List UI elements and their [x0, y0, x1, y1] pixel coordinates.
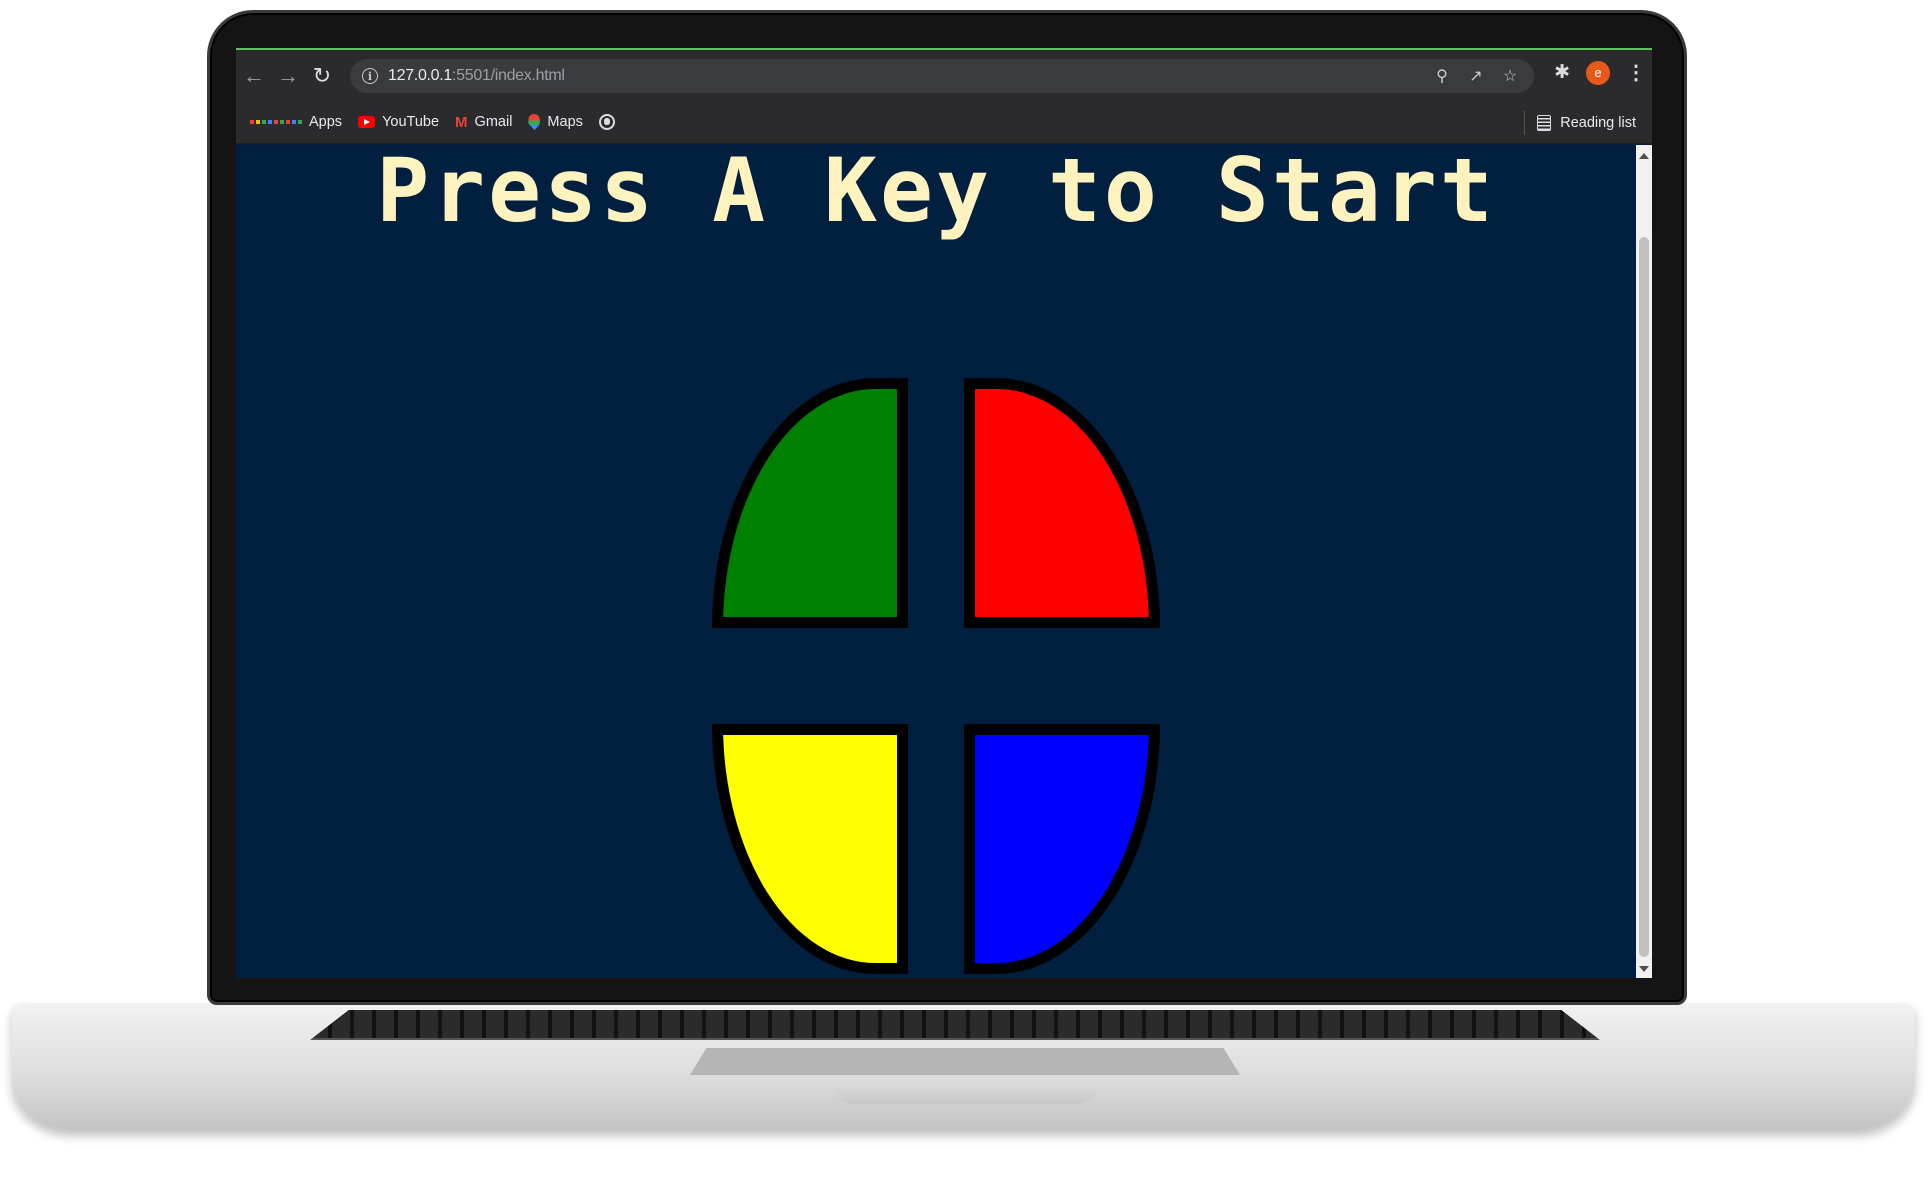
url-text[interactable]: 127.0.0.1:5501/index.html — [388, 67, 565, 85]
back-icon[interactable]: ← — [238, 60, 270, 92]
browser-toolbar: ← → ↻ i 127.0.0.1:5501/index.html ⚲ ↗ ☆ … — [236, 50, 1652, 101]
apps-grid-icon — [250, 120, 302, 124]
laptop-notch — [832, 1082, 1100, 1104]
address-bar[interactable]: i 127.0.0.1:5501/index.html ⚲ ↗ ☆ — [350, 59, 1534, 93]
bookmark-maps[interactable]: Maps — [528, 114, 583, 130]
browser-window: ← → ↻ i 127.0.0.1:5501/index.html ⚲ ↗ ☆ … — [236, 48, 1652, 978]
bookmark-label: YouTube — [382, 114, 440, 130]
blue-button[interactable] — [964, 724, 1160, 974]
globe-icon — [598, 114, 615, 130]
reload-icon[interactable]: ↻ — [306, 60, 338, 92]
bookmark-label: Apps — [309, 114, 343, 130]
bookmarks-bar: Apps YouTube M Gmail Maps Reading list — [236, 101, 1652, 144]
url-host: 127.0.0.1 — [388, 67, 453, 84]
star-icon[interactable]: ☆ — [1500, 66, 1520, 86]
zoom-icon[interactable]: ⚲ — [1432, 66, 1452, 86]
bookmark-youtube[interactable]: YouTube — [358, 114, 439, 130]
menu-kebab-icon[interactable]: ⋮ — [1626, 60, 1646, 85]
green-button[interactable] — [712, 378, 908, 628]
level-title: Press A Key to Start — [376, 139, 1496, 242]
reading-list-label: Reading list — [1560, 115, 1636, 131]
game-page: Press A Key to Start — [236, 139, 1636, 978]
scroll-up-arrow-icon[interactable] — [1639, 153, 1649, 159]
bookmark-label: Gmail — [474, 114, 513, 130]
yellow-button[interactable] — [712, 724, 908, 974]
bookmark-gmail[interactable]: M Gmail — [455, 114, 512, 131]
gmail-icon: M — [455, 113, 468, 131]
scroll-thumb[interactable] — [1639, 237, 1649, 957]
url-path: :5501/index.html — [452, 67, 565, 84]
vertical-scrollbar[interactable] — [1636, 145, 1652, 978]
red-button[interactable] — [964, 378, 1160, 628]
forward-icon[interactable]: → — [272, 60, 304, 92]
bookmark-apps[interactable]: Apps — [250, 114, 342, 130]
youtube-icon — [358, 116, 376, 128]
maps-icon — [528, 114, 541, 130]
extensions-icon[interactable]: ✱ — [1554, 61, 1570, 84]
reading-list-icon — [1537, 115, 1552, 131]
profile-avatar[interactable]: e — [1586, 60, 1610, 85]
laptop-keyboard — [310, 1010, 1600, 1040]
bookmark-globe[interactable] — [598, 114, 615, 130]
site-info-icon[interactable]: i — [362, 68, 378, 84]
share-icon[interactable]: ↗ — [1466, 66, 1486, 86]
scroll-down-arrow-icon[interactable] — [1639, 966, 1649, 972]
laptop-trackpad — [690, 1048, 1240, 1075]
reading-list-button[interactable]: Reading list — [1524, 111, 1636, 135]
bookmark-label: Maps — [547, 114, 583, 130]
